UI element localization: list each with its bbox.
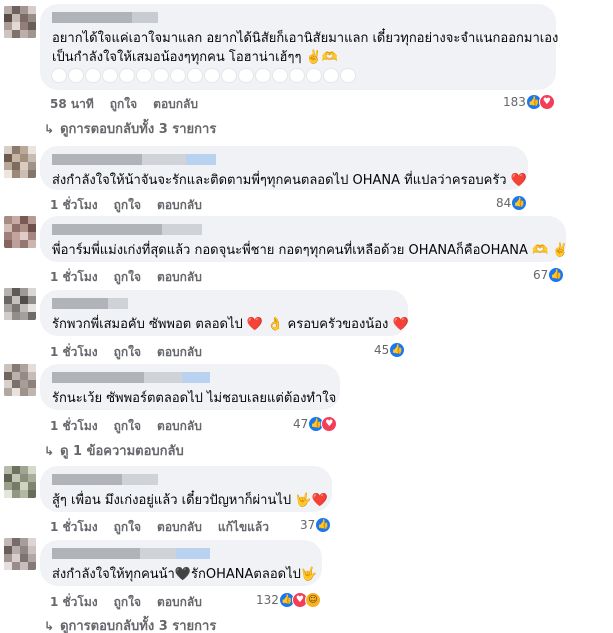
comment-time[interactable]: 1 ชั่วโมง xyxy=(50,417,98,436)
blurred-author-name[interactable] xyxy=(52,12,544,23)
reaction-summary[interactable]: 132 👍 ♥ ☺ xyxy=(256,592,321,608)
comment-bubble: ส่งกำลังใจให้ทุกคนน้า🖤รักOHANAตลอดไป🤟 xyxy=(40,540,322,586)
reaction-summary[interactable]: 37 👍 xyxy=(300,517,332,533)
like-action[interactable]: ถูกใจ xyxy=(114,268,141,287)
reaction-count: 84 xyxy=(496,196,512,210)
like-icon: 👍 xyxy=(548,267,565,283)
comment-text-line: ส่งกำลังใจให้น้าจันจะรักและติดตามพี่ๆทุก… xyxy=(52,173,527,188)
white-hearts-emoji-row xyxy=(52,69,544,82)
like-icon: 👍 xyxy=(389,342,406,358)
comment-meta: 1 ชั่วโมง ถูกใจ ตอบกลับ xyxy=(50,593,202,612)
comment-time[interactable]: 1 ชั่วโมง xyxy=(50,593,98,612)
love-icon: ♥ xyxy=(321,416,338,432)
like-action[interactable]: ถูกใจ xyxy=(114,518,141,537)
view-replies-label: ดูการตอบกลับทั้ง 3 รายการ xyxy=(60,122,217,137)
reply-action[interactable]: ตอบกลับ xyxy=(157,196,202,215)
comment-meta: 1 ชั่วโมง ถูกใจ ตอบกลับ แก้ไขแล้ว xyxy=(50,518,269,537)
comment-text-line: เป็นกำลังใจให้เสมอน้องๆทุกคน โอฮาน่าเฮ้ๆ… xyxy=(52,50,338,65)
comment-text-line: ส่งกำลังใจให้ทุกคนน้า🖤รักOHANAตลอดไป🤟 xyxy=(52,567,318,582)
comment-time[interactable]: 1 ชั่วโมง xyxy=(50,343,98,362)
reaction-count: 132 xyxy=(256,593,279,607)
view-replies-link[interactable]: ↳ ดูการตอบกลับทั้ง 3 รายการ xyxy=(44,615,216,633)
reply-arrow-icon: ↳ xyxy=(44,618,55,633)
reply-action[interactable]: ตอบกลับ xyxy=(157,593,202,612)
avatar[interactable] xyxy=(4,466,36,498)
blurred-author-name[interactable] xyxy=(52,154,516,165)
reaction-count: 47 xyxy=(293,417,309,431)
like-action[interactable]: ถูกใจ xyxy=(114,417,141,436)
reaction-count: 45 xyxy=(374,343,390,357)
reaction-summary[interactable]: 84 👍 xyxy=(496,195,528,211)
comment-meta: 1 ชั่วโมง ถูกใจ ตอบกลับ xyxy=(50,417,202,436)
haha-icon: ☺ xyxy=(304,592,321,608)
reaction-summary[interactable]: 67 👍 xyxy=(533,267,565,283)
reply-arrow-icon: ↳ xyxy=(44,121,55,136)
reaction-summary[interactable]: 45 👍 xyxy=(374,342,406,358)
comment-time[interactable]: 58 นาที xyxy=(50,95,94,114)
comment-time[interactable]: 1 ชั่วโมง xyxy=(50,518,98,537)
comment-text-line: อยากได้ใจแค่เอาใจมาแลก อยากได้นิสัยก็เอา… xyxy=(52,31,559,46)
view-replies-link[interactable]: ↳ ดูการตอบกลับทั้ง 3 รายการ xyxy=(44,118,216,139)
edited-label: แก้ไขแล้ว xyxy=(217,520,269,534)
comment-meta: 1 ชั่วโมง ถูกใจ ตอบกลับ xyxy=(50,268,202,287)
comment-bubble: สู้ๆ เพื่อน มึงเก่งอยู่แล้ว เดี๋ยวปัญหาก… xyxy=(40,466,332,512)
reaction-count: 183 xyxy=(503,95,526,109)
reaction-count: 37 xyxy=(300,518,316,532)
comment-bubble: อยากได้ใจแค่เอาใจมาแลก อยากได้นิสัยก็เอา… xyxy=(40,4,559,90)
comment-time[interactable]: 1 ชั่วโมง xyxy=(50,196,98,215)
reply-arrow-icon: ↳ xyxy=(44,443,55,458)
comment-bubble: พี่อาร์มพี่แม่งเก่งที่สุดแล้ว กอดจุนะพี่… xyxy=(40,216,569,262)
blurred-author-name[interactable] xyxy=(52,548,310,559)
blurred-author-name[interactable] xyxy=(52,372,328,383)
avatar[interactable] xyxy=(4,216,36,248)
reply-action[interactable]: ตอบกลับ xyxy=(157,343,202,362)
comment-text-line: รักนะเว้ย ซัพพอร์ตตลอดไป ไม่ชอบเลยแต่ต้อ… xyxy=(52,391,337,406)
comment-meta: 1 ชั่วโมง ถูกใจ ตอบกลับ xyxy=(50,196,202,215)
like-action[interactable]: ถูกใจ xyxy=(114,343,141,362)
reaction-summary[interactable]: 47 👍 ♥ xyxy=(293,416,338,432)
avatar[interactable] xyxy=(4,288,36,320)
avatar[interactable] xyxy=(4,538,36,570)
comment-text-line: พี่อาร์มพี่แม่งเก่งที่สุดแล้ว กอดจุนะพี่… xyxy=(52,243,569,258)
like-action[interactable]: ถูกใจ xyxy=(114,593,141,612)
like-icon: 👍 xyxy=(315,517,332,533)
comment-time[interactable]: 1 ชั่วโมง xyxy=(50,268,98,287)
comment-bubble: รักนะเว้ย ซัพพอร์ตตลอดไป ไม่ชอบเลยแต่ต้อ… xyxy=(40,364,340,410)
comment-bubble: รักพวกพี่เสมอคับ ซัพพอต ตลอดไป ❤️ 👌 ครอบ… xyxy=(40,290,409,336)
reply-action[interactable]: ตอบกลับ xyxy=(153,95,198,114)
avatar[interactable] xyxy=(4,6,36,38)
view-replies-label: ดูการตอบกลับทั้ง 3 รายการ xyxy=(60,619,217,633)
reply-action[interactable]: ตอบกลับ xyxy=(157,268,202,287)
comment-text-line: รักพวกพี่เสมอคับ ซัพพอต ตลอดไป ❤️ 👌 ครอบ… xyxy=(52,317,409,332)
reaction-count: 67 xyxy=(533,268,549,282)
like-action[interactable]: ถูกใจ xyxy=(114,196,141,215)
blurred-author-name[interactable] xyxy=(52,224,554,235)
view-replies-link[interactable]: ↳ ดู 1 ข้อความตอบกลับ xyxy=(44,440,184,461)
comment-meta: 58 นาที ถูกใจ ตอบกลับ xyxy=(50,95,198,114)
avatar[interactable] xyxy=(4,364,36,396)
reaction-summary[interactable]: 183 👍 ♥ xyxy=(503,94,555,110)
blurred-author-name[interactable] xyxy=(52,298,396,309)
view-replies-label: ดู 1 ข้อความตอบกลับ xyxy=(60,444,184,459)
comment-bubble: ส่งกำลังใจให้น้าจันจะรักและติดตามพี่ๆทุก… xyxy=(40,146,528,190)
like-action[interactable]: ถูกใจ xyxy=(110,95,137,114)
reply-action[interactable]: ตอบกลับ xyxy=(157,518,202,537)
comment-meta: 1 ชั่วโมง ถูกใจ ตอบกลับ xyxy=(50,343,202,362)
like-icon: 👍 xyxy=(511,195,528,211)
avatar[interactable] xyxy=(4,146,36,178)
reply-action[interactable]: ตอบกลับ xyxy=(157,417,202,436)
blurred-author-name[interactable] xyxy=(52,474,320,485)
love-icon: ♥ xyxy=(538,94,555,110)
comment-text-line: สู้ๆ เพื่อน มึงเก่งอยู่แล้ว เดี๋ยวปัญหาก… xyxy=(52,493,328,508)
